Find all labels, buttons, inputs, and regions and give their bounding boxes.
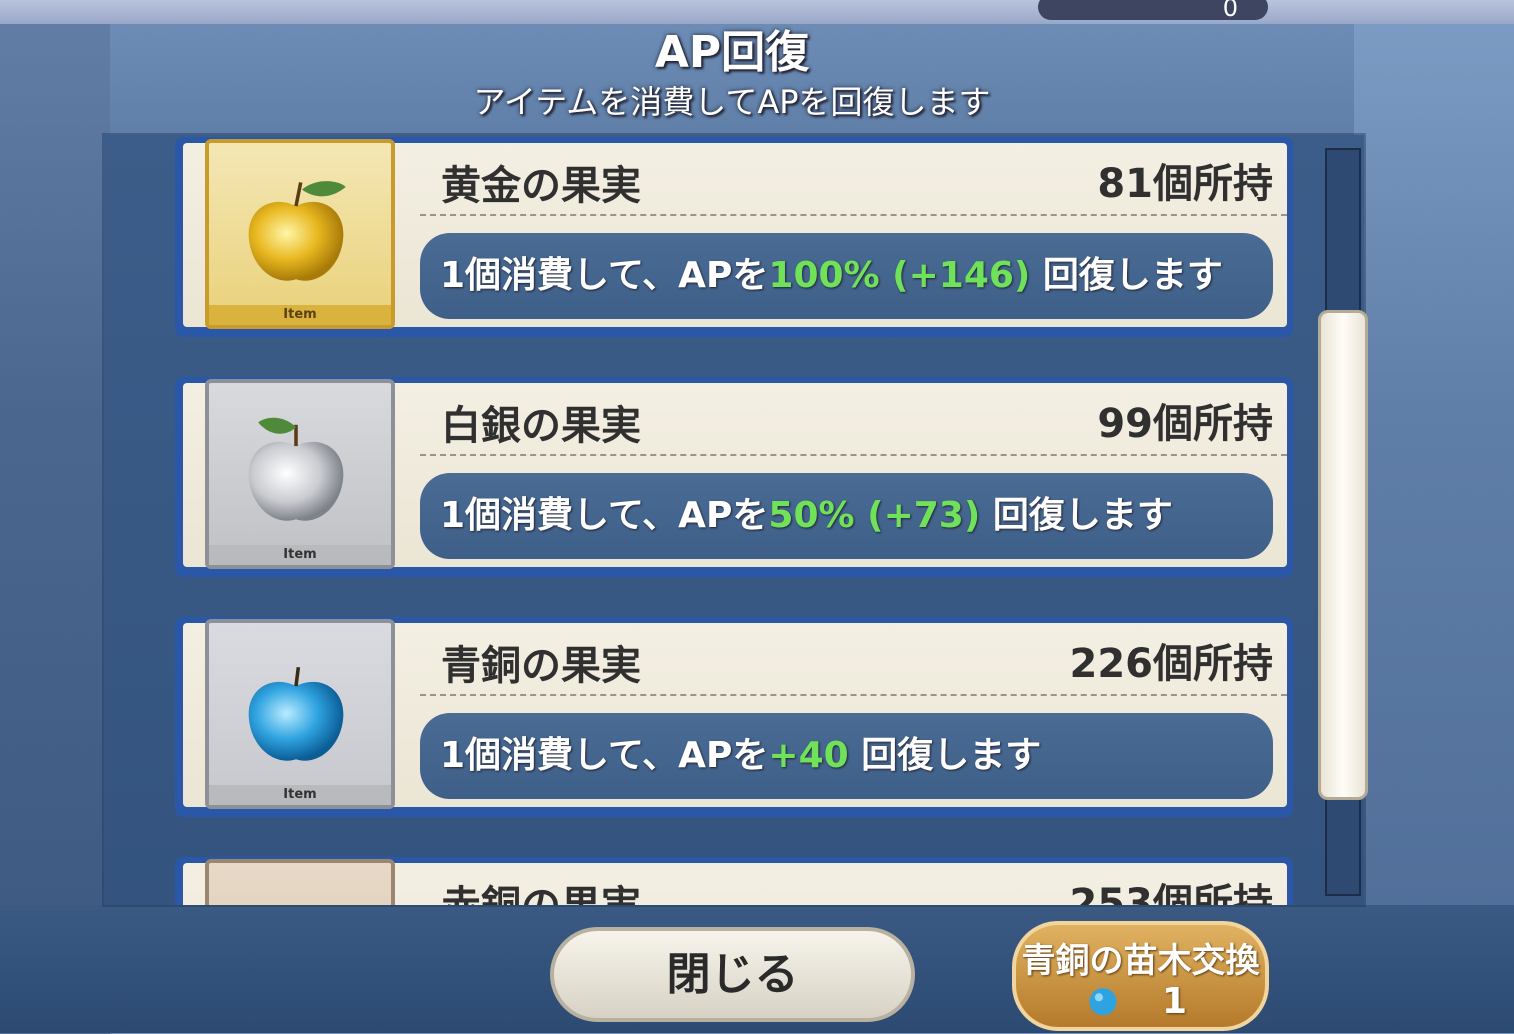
silver-apple-icon xyxy=(248,417,344,521)
item-count-value: 99 xyxy=(1097,401,1153,447)
item-thumbnail: Item xyxy=(205,379,395,569)
top-bar-background: 0 xyxy=(0,0,1514,24)
sapling-exchange-button[interactable]: 青銅の苗木交換 1 xyxy=(1012,921,1269,1031)
close-button[interactable]: 閉じる xyxy=(550,927,915,1022)
dialog-header: AP回復 アイテムを消費してAPを回復します xyxy=(0,28,1464,122)
desc-suffix: 回復します xyxy=(1030,255,1223,296)
item-count-suffix: 個所持 xyxy=(1153,881,1273,905)
scrollbar-thumb[interactable] xyxy=(1318,310,1368,800)
divider xyxy=(420,214,1287,216)
desc-suffix: 回復します xyxy=(980,495,1173,536)
divider xyxy=(420,694,1287,696)
item-name: 白銀の果実 xyxy=(441,403,641,449)
item-description: 1個消費して、APを100% (+146) 回復します xyxy=(420,233,1273,319)
desc-prefix: 1個消費して、APを xyxy=(440,495,769,536)
desc-prefix: 1個消費して、APを xyxy=(440,735,769,776)
exchange-count: 1 xyxy=(1162,981,1188,1022)
bronze-apple-icon xyxy=(248,666,344,761)
item-description: 1個消費して、APを+40 回復します xyxy=(420,713,1273,799)
item-name: 黄金の果実 xyxy=(441,163,641,209)
item-count-value: 81 xyxy=(1097,161,1153,207)
item-count-suffix: 個所持 xyxy=(1153,401,1273,447)
item-count: 226個所持 xyxy=(1070,631,1274,689)
background-right xyxy=(1354,24,1514,924)
divider xyxy=(420,454,1287,456)
item-thumbnail: Item xyxy=(205,619,395,809)
item-list: Item 黄金の果実 81個所持 1個消費して、APを100% (+146) 回… xyxy=(170,135,1300,905)
desc-value: 50% (+73) xyxy=(768,495,981,536)
copper-apple-icon xyxy=(237,893,355,905)
item-count-value: 253 xyxy=(1069,881,1154,905)
dialog-subtitle: アイテムを消費してAPを回復します xyxy=(473,83,991,121)
item-count-suffix: 個所持 xyxy=(1153,161,1273,207)
exchange-count-row: 1 xyxy=(1086,981,1206,1022)
item-count-suffix: 個所持 xyxy=(1153,641,1273,687)
item-count: 253個所持 xyxy=(1070,871,1274,905)
item-tag: Item xyxy=(209,785,391,805)
desc-value: +40 xyxy=(768,735,849,776)
desc-suffix: 回復します xyxy=(848,735,1042,776)
top-counter: 0 xyxy=(1038,0,1268,22)
item-name: 青銅の果実 xyxy=(441,643,641,689)
item-name: 赤銅の果実 xyxy=(441,873,641,905)
item-tag: Item xyxy=(209,305,391,325)
background-left xyxy=(0,24,110,1034)
desc-prefix: 1個消費して、APを xyxy=(440,255,769,296)
golden-apple-icon xyxy=(248,181,346,281)
item-card-copper[interactable]: 赤銅の果実 253個所持 xyxy=(175,857,1293,905)
exchange-label: 青銅の苗木交換 xyxy=(1021,941,1260,981)
item-card-bronze[interactable]: Item 青銅の果実 226個所持 1個消費して、APを+40 回復します xyxy=(175,617,1293,817)
bronze-sapling-icon xyxy=(1089,988,1117,1016)
item-count: 81個所持 xyxy=(1097,151,1273,209)
item-card-silver[interactable]: Item 白銀の果実 99個所持 1個消費して、APを50% (+73) 回復し… xyxy=(175,377,1293,577)
item-thumbnail: Item xyxy=(205,139,395,329)
item-count: 99個所持 xyxy=(1097,391,1273,449)
item-thumbnail xyxy=(205,859,395,905)
item-description: 1個消費して、APを50% (+73) 回復します xyxy=(420,473,1273,559)
item-card-golden[interactable]: Item 黄金の果実 81個所持 1個消費して、APを100% (+146) 回… xyxy=(175,137,1293,337)
item-count-value: 226 xyxy=(1069,641,1154,687)
item-tag: Item xyxy=(209,545,391,565)
desc-value: 100% (+146) xyxy=(768,255,1031,296)
dialog-title: AP回復 xyxy=(654,27,810,78)
